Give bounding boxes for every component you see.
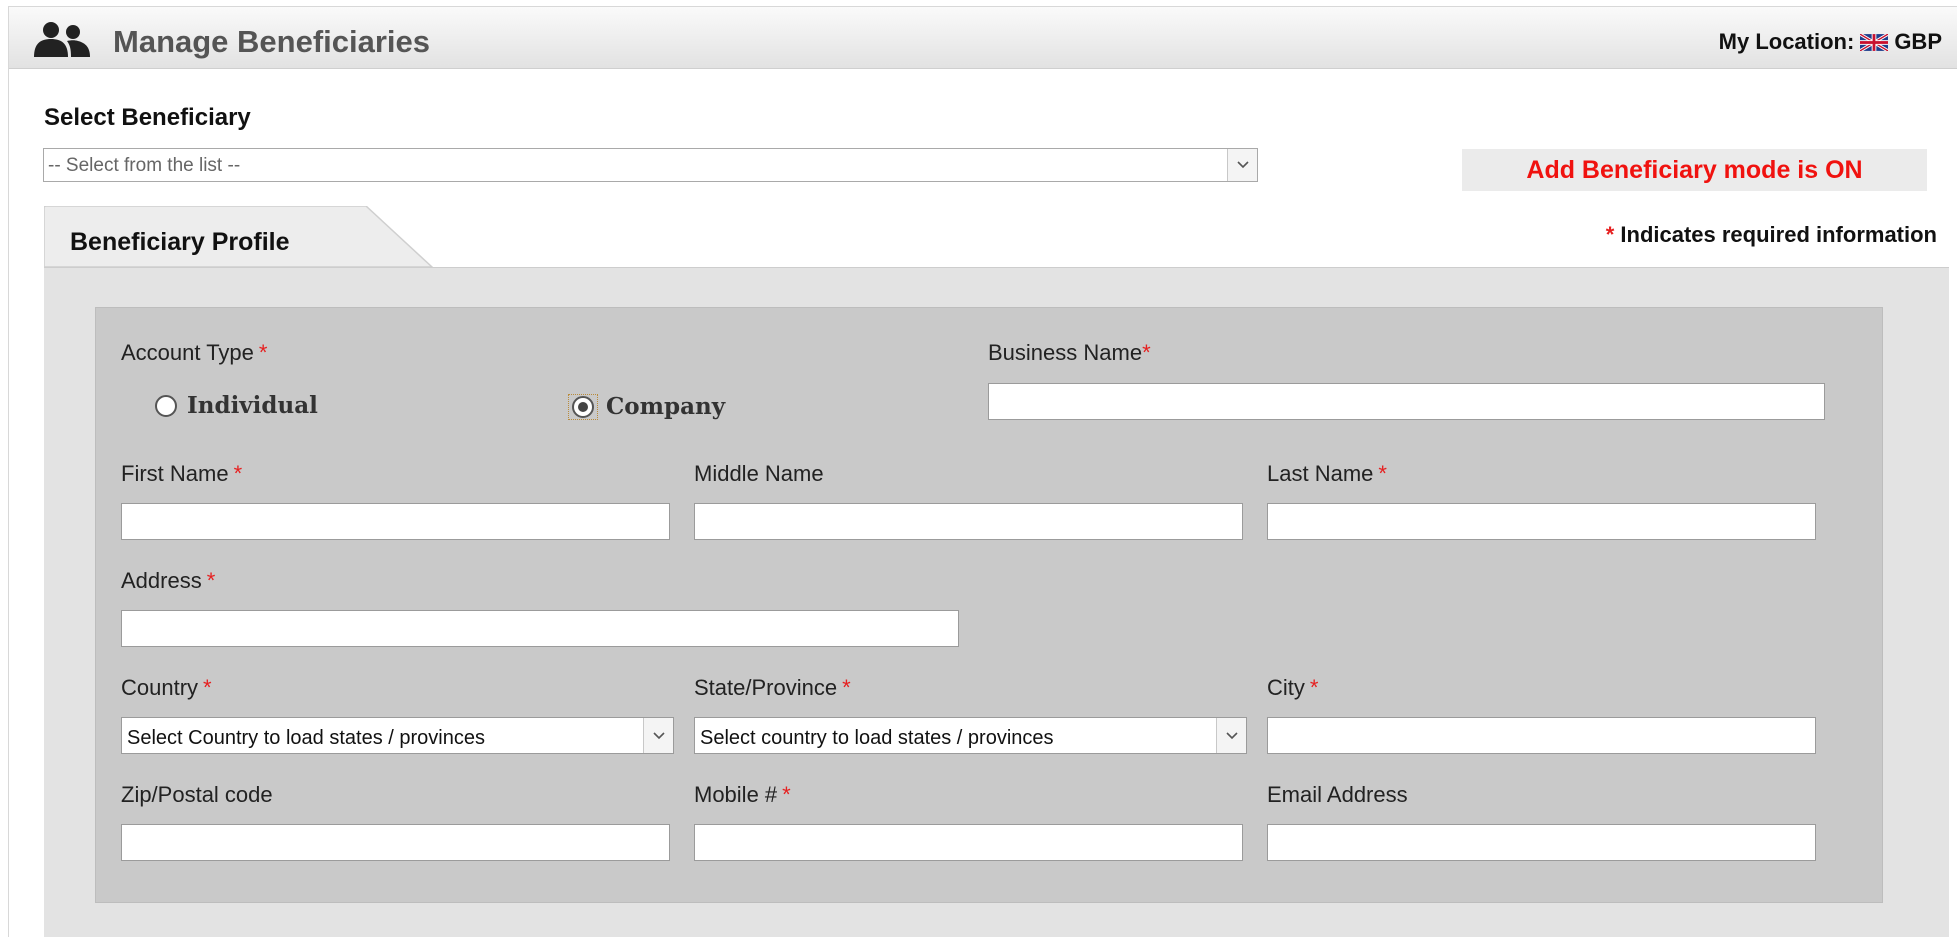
required-star: * xyxy=(782,782,791,807)
radio-company-focus[interactable] xyxy=(568,393,598,420)
my-location: My Location: GBP xyxy=(1719,29,1942,55)
mobile-input[interactable] xyxy=(694,824,1243,861)
business-name-label: Business Name* xyxy=(988,340,1151,366)
address-input[interactable] xyxy=(121,610,959,647)
required-info-note: * Indicates required information xyxy=(1606,222,1937,248)
mobile-label-text: Mobile # xyxy=(694,782,778,807)
business-name-input[interactable] xyxy=(988,383,1825,420)
address-label-text: Address xyxy=(121,568,202,593)
required-info-text: Indicates required information xyxy=(1620,222,1937,247)
radio-company-label: Company xyxy=(606,393,726,420)
required-star: * xyxy=(1605,222,1615,247)
email-label: Email Address xyxy=(1267,782,1408,807)
state-label: State/Province * xyxy=(694,675,851,701)
last-name-label: Last Name * xyxy=(1267,461,1387,487)
email-input[interactable] xyxy=(1267,824,1816,861)
radio-individual[interactable]: Individual xyxy=(155,392,318,419)
country-select-value: Select Country to load states / province… xyxy=(127,727,485,749)
country-select-dropdown-button[interactable] xyxy=(643,718,673,753)
required-star: * xyxy=(1142,340,1151,365)
zip-input[interactable] xyxy=(121,824,670,861)
country-label-text: Country xyxy=(121,675,199,700)
required-star: * xyxy=(206,568,216,593)
country-select[interactable]: Select Country to load states / province… xyxy=(121,717,674,754)
required-star: * xyxy=(258,340,268,365)
city-input[interactable] xyxy=(1267,717,1816,754)
required-star: * xyxy=(233,461,243,486)
chevron-down-icon xyxy=(1225,731,1238,739)
chevron-down-icon xyxy=(652,731,665,739)
select-beneficiary-label: Select Beneficiary xyxy=(44,104,251,131)
state-label-text: State/Province xyxy=(694,675,838,700)
chevron-down-icon xyxy=(1236,161,1249,169)
first-name-label-text: First Name xyxy=(121,461,229,486)
first-name-label: First Name * xyxy=(121,461,242,487)
business-name-label-text: Business Name xyxy=(988,340,1143,365)
add-mode-badge: Add Beneficiary mode is ON xyxy=(1462,149,1927,191)
tab-beneficiary-profile[interactable]: Beneficiary Profile xyxy=(44,206,434,268)
radio-individual-circle[interactable] xyxy=(155,394,177,417)
page-title: Manage Beneficiaries xyxy=(113,24,431,59)
state-select[interactable]: Select country to load states / province… xyxy=(694,717,1247,754)
beneficiary-select[interactable]: -- Select from the list -- xyxy=(43,148,1258,182)
radio-company[interactable]: Company xyxy=(568,393,725,420)
state-select-dropdown-button[interactable] xyxy=(1216,718,1246,753)
country-label: Country * xyxy=(121,675,212,701)
beneficiary-select-dropdown-button[interactable] xyxy=(1227,149,1257,181)
address-label: Address * xyxy=(121,568,215,594)
middle-name-label: Middle Name xyxy=(694,461,824,486)
users-icon xyxy=(34,22,90,57)
required-star: * xyxy=(842,675,851,700)
city-label-text: City xyxy=(1267,675,1305,700)
mobile-label: Mobile # * xyxy=(694,782,791,808)
location-currency: GBP xyxy=(1894,29,1942,54)
tab-label: Beneficiary Profile xyxy=(70,228,290,256)
beneficiary-select-value: -- Select from the list -- xyxy=(48,155,241,176)
middle-name-input[interactable] xyxy=(694,503,1243,540)
state-select-value: Select country to load states / province… xyxy=(700,727,1054,749)
required-star: * xyxy=(1309,675,1319,700)
last-name-label-text: Last Name xyxy=(1267,461,1374,486)
radio-company-circle[interactable] xyxy=(572,395,594,418)
required-star: * xyxy=(203,675,212,700)
first-name-input[interactable] xyxy=(121,503,670,540)
last-name-input[interactable] xyxy=(1267,503,1816,540)
account-type-label: Account Type * xyxy=(121,340,267,366)
radio-individual-label: Individual xyxy=(187,392,318,419)
uk-flag-icon xyxy=(1860,33,1889,51)
page-header: Manage Beneficiaries My Location: GBP xyxy=(9,7,1957,69)
required-star: * xyxy=(1378,461,1387,486)
city-label: City * xyxy=(1267,675,1318,701)
account-type-label-text: Account Type xyxy=(121,340,254,365)
zip-label: Zip/Postal code xyxy=(121,782,273,807)
location-label: My Location: xyxy=(1718,29,1855,54)
